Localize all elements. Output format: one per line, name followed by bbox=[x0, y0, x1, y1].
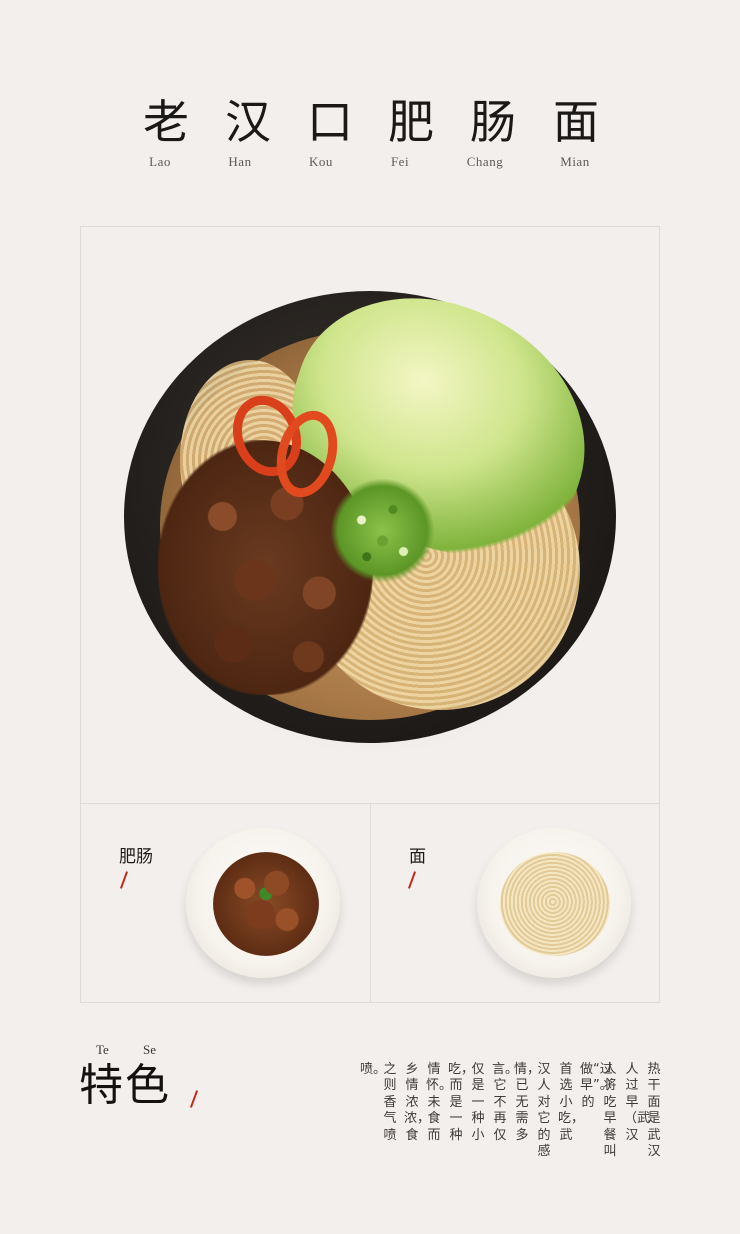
feature-text-column: 做“过早”。）的 bbox=[580, 1062, 620, 1110]
title-char: 面 bbox=[553, 95, 599, 149]
title-char: 肠 bbox=[470, 95, 516, 149]
title-pinyin: Mian bbox=[560, 154, 590, 169]
title-row: 老 汉 口 肥 肠 面 Lao Han Kou Fei Chang Mian bbox=[0, 96, 740, 176]
plain-noodles bbox=[500, 852, 610, 956]
feature-text-column: 乡情浓浓，食 bbox=[404, 1062, 431, 1143]
feature-text-column: 情怀。未食而 bbox=[426, 1062, 453, 1143]
feature-title: 特色 bbox=[79, 1060, 171, 1111]
accent-slash bbox=[189, 1090, 199, 1108]
title-char: 口 bbox=[307, 95, 353, 149]
title-char: 汉 bbox=[225, 95, 271, 149]
feature-text-column: 喷。 bbox=[360, 1062, 387, 1077]
title-pinyin: Kou bbox=[309, 154, 333, 169]
ingredient-label-noodle: 面 bbox=[409, 847, 426, 866]
title-pinyin: Chang bbox=[466, 154, 504, 169]
title-char: 老 bbox=[143, 95, 189, 149]
feature-pinyin: Te bbox=[96, 1042, 109, 1057]
ingredient-label-intestine: 肥肠 bbox=[119, 847, 153, 866]
title-pinyin: Han bbox=[228, 154, 252, 169]
intestine-serving bbox=[213, 852, 319, 956]
feature-text-column: 吃，而是一种 bbox=[448, 1062, 475, 1143]
feature-text-column: 人过早（武汉 bbox=[624, 1062, 651, 1143]
title-pinyin: Lao bbox=[149, 154, 171, 169]
chopped-scallion bbox=[330, 478, 435, 583]
feature-text-column: 首选小吃，武 bbox=[558, 1062, 585, 1143]
feature-pinyin: Se bbox=[143, 1042, 156, 1057]
feature-text-column: 言。它不再仅 bbox=[492, 1062, 519, 1143]
title-char: 肥 bbox=[388, 95, 434, 149]
title-pinyin: Fei bbox=[390, 154, 410, 169]
